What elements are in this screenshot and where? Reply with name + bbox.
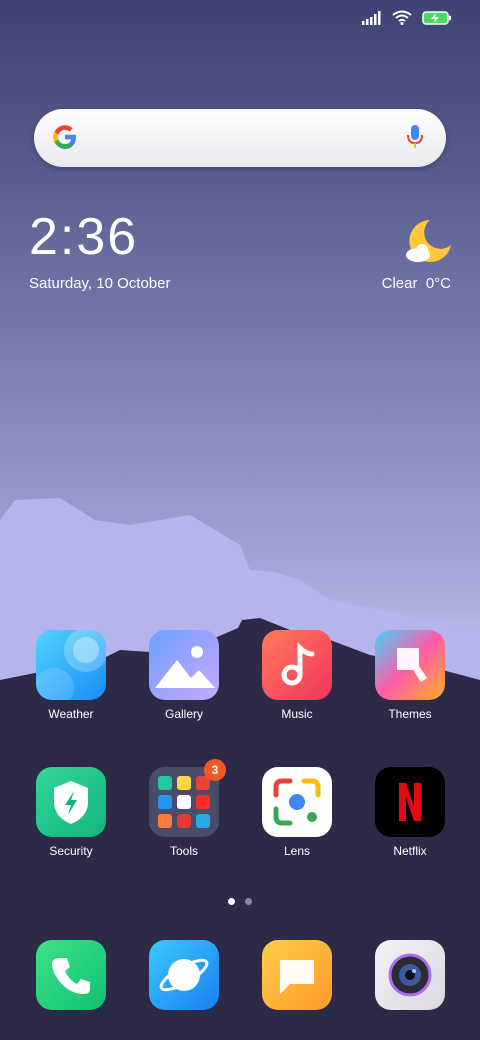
- mic-icon[interactable]: [406, 124, 424, 150]
- clock-time[interactable]: 2:36: [29, 207, 138, 267]
- status-bar: [362, 10, 452, 25]
- weather-app-icon[interactable]: [36, 630, 106, 700]
- signal-icon: [362, 10, 381, 25]
- app-weather[interactable]: Weather: [16, 630, 126, 721]
- dock-browser[interactable]: [129, 940, 239, 1010]
- phone-icon[interactable]: [36, 940, 106, 1010]
- music-app-icon[interactable]: [262, 630, 332, 700]
- lens-app-icon[interactable]: [262, 767, 332, 837]
- app-label: Themes: [388, 707, 432, 721]
- netflix-app-icon[interactable]: [375, 767, 445, 837]
- app-label: Security: [49, 844, 93, 858]
- weather-condition: Clear 0°C: [381, 275, 451, 292]
- app-themes[interactable]: Themes: [355, 630, 465, 721]
- app-music[interactable]: Music: [242, 630, 352, 721]
- notification-badge: 3: [204, 759, 226, 781]
- app-label: Music: [281, 707, 313, 721]
- security-app-icon[interactable]: [36, 767, 106, 837]
- app-netflix[interactable]: Netflix: [355, 767, 465, 858]
- home-screen: 2:36 Saturday, 10 October Clear 0°C Weat…: [0, 0, 480, 1040]
- dock-messages[interactable]: [242, 940, 352, 1010]
- search-bar[interactable]: [34, 109, 446, 167]
- app-folder-tools[interactable]: Tools: [129, 767, 239, 858]
- page-dot-active[interactable]: [228, 898, 235, 905]
- messages-icon[interactable]: [262, 940, 332, 1010]
- page-dot[interactable]: [245, 898, 252, 905]
- google-logo: [53, 125, 76, 149]
- app-lens[interactable]: Lens: [242, 767, 352, 858]
- themes-app-icon[interactable]: [375, 630, 445, 700]
- app-security[interactable]: Security: [16, 767, 126, 858]
- camera-icon[interactable]: [375, 940, 445, 1010]
- browser-icon[interactable]: [149, 940, 219, 1010]
- app-label: Lens: [283, 844, 311, 858]
- app-label: Weather: [48, 707, 94, 721]
- app-label: Gallery: [164, 707, 203, 721]
- dock-phone[interactable]: [16, 940, 126, 1010]
- wifi-icon: [392, 10, 412, 25]
- clock-date: Saturday, 10 October: [29, 275, 171, 292]
- page-indicator[interactable]: [228, 898, 252, 905]
- dock-camera[interactable]: [355, 940, 465, 1010]
- app-gallery[interactable]: Gallery: [129, 630, 239, 721]
- battery-charging-icon: [422, 10, 451, 25]
- moon-cloud-icon[interactable]: [402, 217, 454, 267]
- app-label: Netflix: [393, 844, 427, 858]
- gallery-app-icon[interactable]: [149, 630, 219, 700]
- app-label: Tools: [169, 844, 198, 858]
